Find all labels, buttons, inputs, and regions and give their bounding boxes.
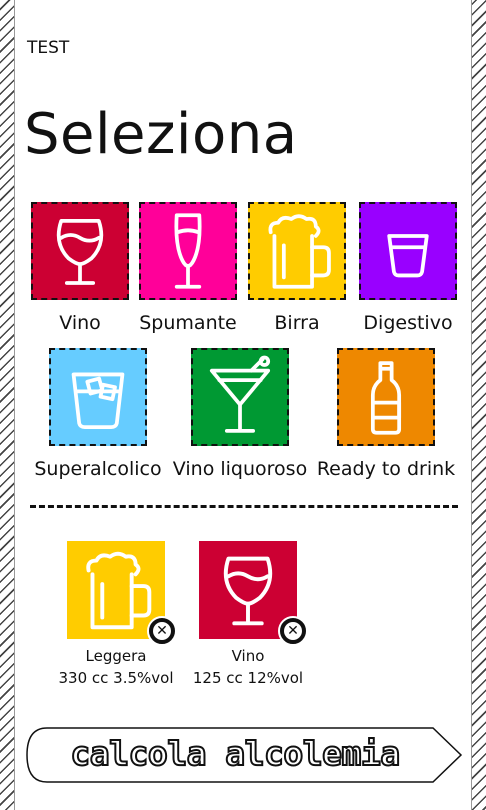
- selected-drink-detail: 330 cc 3.5%vol: [58, 669, 174, 687]
- ice-glass-icon: [71, 372, 125, 429]
- beer-mug-icon: [268, 214, 331, 289]
- drink-label-vino-liquoroso: Vino liquoroso: [172, 458, 308, 480]
- drink-tile-digestivo[interactable]: [359, 202, 457, 300]
- drink-label-birra: Birra: [274, 312, 320, 334]
- cocktail-glass-icon: [209, 355, 271, 433]
- drink-tile-ready-to-drink[interactable]: [337, 348, 435, 446]
- remove-drink-button[interactable]: ✕: [147, 616, 177, 646]
- selected-drink-name: Vino: [231, 647, 265, 665]
- section-divider: [30, 505, 458, 508]
- selected-drink-detail: 125 cc 12%vol: [192, 669, 304, 687]
- drink-tile-vino[interactable]: [31, 202, 129, 300]
- close-icon: ✕: [284, 622, 302, 640]
- selected-drink-name: Leggera: [85, 647, 147, 665]
- remove-drink-button[interactable]: ✕: [278, 616, 308, 646]
- drink-label-vino: Vino: [59, 312, 101, 334]
- drink-tile-superalcolico[interactable]: [49, 348, 147, 446]
- bottle-icon: [370, 361, 402, 435]
- drink-label-superalcolico: Superalcolico: [34, 458, 162, 480]
- drink-tile-birra[interactable]: [248, 202, 346, 300]
- calculate-button-label: calcola alcolemia: [69, 733, 401, 774]
- page-title: Seleziona: [24, 102, 298, 167]
- flute-glass-icon: [174, 213, 202, 289]
- drink-label-digestivo: Digestivo: [363, 312, 453, 334]
- drink-label-ready-to-drink: Ready to drink: [316, 458, 456, 480]
- main-panel: TEST Seleziona Vino Spumante Birra Diges…: [14, 0, 472, 810]
- close-icon: ✕: [153, 622, 171, 640]
- wine-glass-icon: [56, 219, 104, 285]
- drink-tile-spumante[interactable]: [139, 202, 237, 300]
- calculate-button[interactable]: calcola alcolemia: [25, 726, 463, 784]
- tumbler-glass-icon: [387, 234, 429, 278]
- app-title: TEST: [27, 38, 70, 58]
- drink-tile-vino-liquoroso[interactable]: [191, 348, 289, 446]
- drink-label-spumante: Spumante: [139, 312, 237, 334]
